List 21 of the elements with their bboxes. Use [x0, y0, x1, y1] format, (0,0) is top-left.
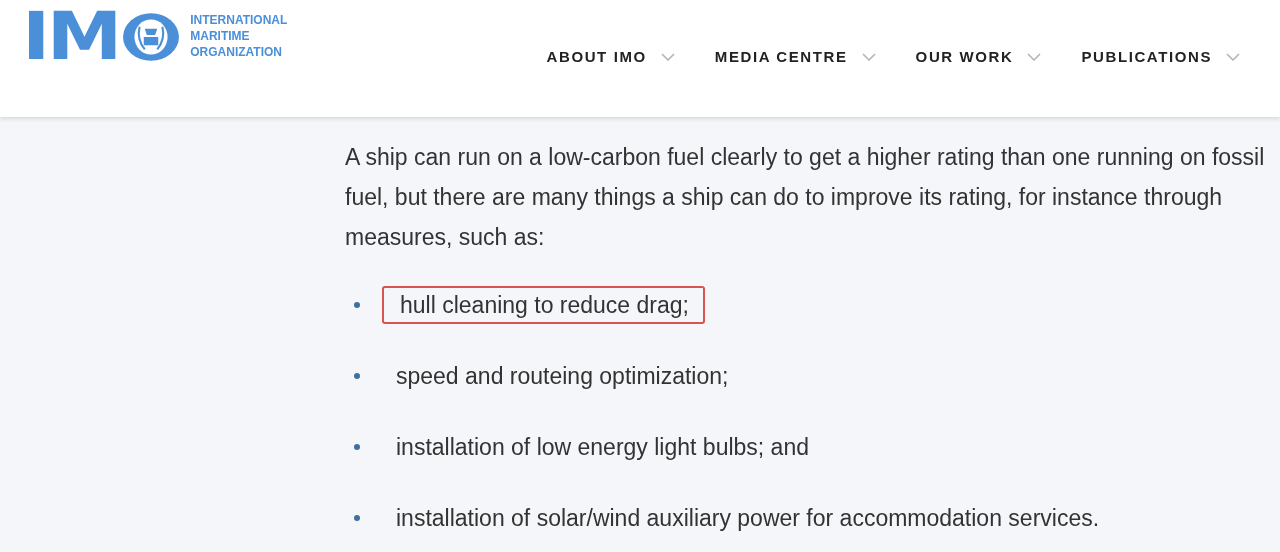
nav-menu-item[interactable]: ABOUT IMO	[546, 48, 675, 65]
chevron-down-icon	[1226, 52, 1240, 61]
list-item-text: speed and routeing optimization;	[395, 361, 730, 391]
bullet-icon	[354, 443, 360, 450]
list-item-text: installation of low energy light bulbs; and	[395, 432, 810, 462]
bullet-icon	[354, 514, 360, 521]
organization-name-line: INTERNATIONAL	[190, 12, 288, 28]
chevron-down-icon	[861, 52, 876, 61]
bullet-icon	[354, 372, 360, 379]
emblem-icon[interactable]	[122, 12, 181, 62]
nav-menu-item[interactable]: OUR WORK	[915, 48, 1042, 65]
list-item-text: installation of solar/wind auxiliary power for accommodation services.	[395, 503, 1101, 533]
nav-menu-item[interactable]: MEDIA CENTRE	[714, 48, 876, 65]
chevron-down-icon	[1027, 52, 1042, 61]
list-item-text: hull cleaning to reduce drag;	[382, 285, 705, 324]
chevron-down-icon	[660, 52, 675, 61]
bullet-icon	[354, 301, 360, 308]
nav-menu-item[interactable]: PUBLICATIONS	[1081, 48, 1240, 65]
body-paragraph: A ship can run on a low-carbon fuel clearly to get a higher rating than one running on fossil fuel, but there are many things a ship can do to improve its rating, for instance through measures, such as:	[345, 143, 1266, 252]
organization-name-line: MARITIME	[190, 28, 251, 44]
organization-name-line: ORGANIZATION	[190, 44, 283, 60]
